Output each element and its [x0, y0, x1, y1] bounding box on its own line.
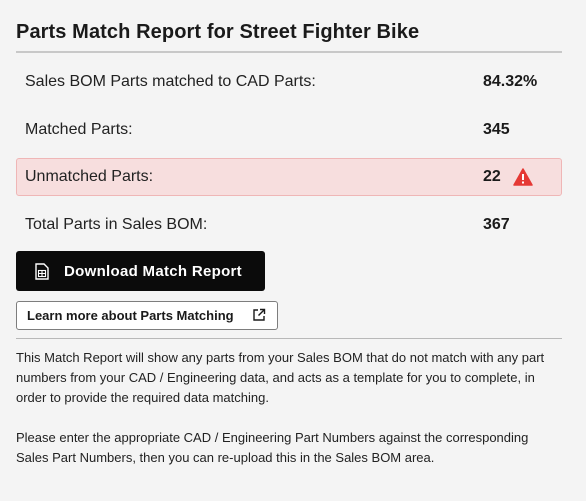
stat-value: 22 [483, 168, 501, 185]
download-match-report-button[interactable]: Download Match Report [16, 251, 265, 291]
stat-value: 84.32% [483, 73, 538, 90]
info-paragraph: Please enter the appropriate CAD / Engin… [16, 430, 529, 465]
learn-more-label: Learn more about Parts Matching [27, 308, 234, 323]
stat-row-unmatched-parts: Unmatched Parts: 22 [16, 158, 562, 196]
stat-row-total-parts: Total Parts in Sales BOM: 367 [16, 206, 562, 244]
stats-list: Sales BOM Parts matched to CAD Parts: 84… [16, 63, 562, 244]
section-divider [16, 338, 562, 339]
stat-row-match-percentage: Sales BOM Parts matched to CAD Parts: 84… [16, 63, 562, 101]
stat-label: Total Parts in Sales BOM: [25, 215, 208, 233]
stat-label: Matched Parts: [25, 120, 133, 138]
stat-label: Unmatched Parts: [25, 168, 154, 185]
stat-label: Sales BOM Parts matched to CAD Parts: [25, 73, 316, 90]
info-text: This Match Report will show any parts fr… [16, 348, 564, 488]
parts-match-report-panel: Parts Match Report for Street Fighter Bi… [16, 0, 562, 465]
learn-more-button[interactable]: Learn more about Parts Matching [16, 301, 278, 330]
stat-value: 367 [483, 215, 510, 233]
download-button-label: Download Match Report [64, 262, 242, 280]
external-link-icon [253, 308, 266, 321]
page-title: Parts Match Report for Street Fighter Bi… [16, 21, 420, 43]
spreadsheet-file-icon [35, 263, 49, 280]
title-divider [16, 51, 562, 53]
stat-value: 345 [483, 120, 510, 138]
warning-triangle-icon [513, 168, 533, 186]
stat-row-matched-parts: Matched Parts: 345 [16, 111, 562, 149]
info-paragraph: This Match Report will show any parts fr… [16, 350, 545, 405]
